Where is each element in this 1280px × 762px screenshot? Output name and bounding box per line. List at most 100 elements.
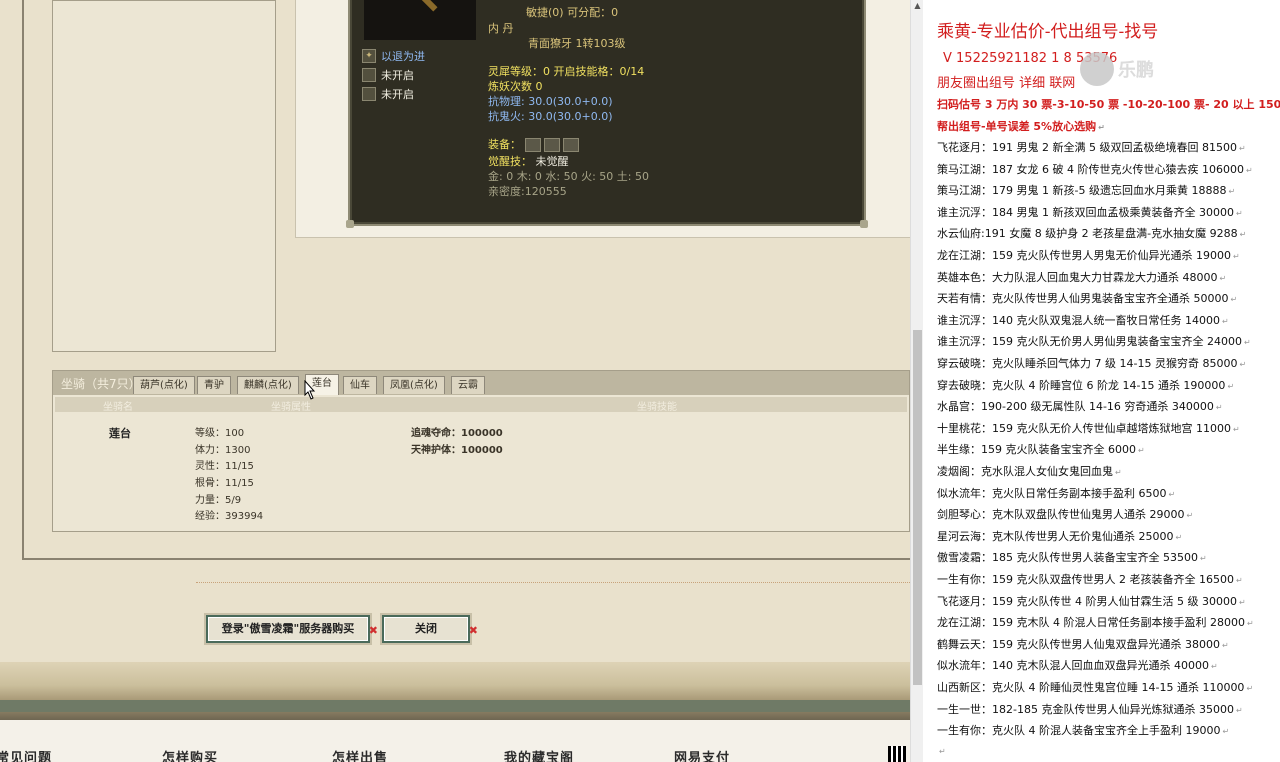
paragraph-mark-icon: ↵ — [939, 746, 946, 756]
col-mount-name: 坐骑名 — [103, 402, 133, 413]
stat-partial: 敏捷(0) 可分配：0 — [526, 6, 619, 19]
listing-text: 似水流年：140 克木队混人回血血双盘异光通杀 40000 — [937, 659, 1209, 673]
footer-link-faq[interactable]: 常见问题 — [0, 747, 52, 762]
listing-text: 半生缘：159 克火队装备宝宝齐全 6000 — [937, 443, 1136, 457]
paragraph-mark-icon: ↵ — [1221, 640, 1229, 650]
pet-skill-slot[interactable]: 未开启 — [362, 67, 414, 83]
listing-item: 似水流年：140 克木队混人回血血双盘异光通杀 40000 ↵ — [937, 657, 1218, 673]
listing-item: 一生有你：克火队 4 阶混人装备宝宝齐全上手盈利 19000 ↵ — [937, 722, 1229, 738]
equip-slot[interactable] — [524, 138, 541, 152]
pet-image — [364, 0, 476, 40]
mount-attr: 等级：100 — [195, 428, 245, 439]
footer-link-howsell[interactable]: 怎样出售 — [332, 747, 388, 762]
listing-item: 飞花逐月：159 克火队传世 4 阶男人仙甘霖生活 5 级 30000 ↵ — [937, 593, 1246, 609]
listing-item: 水晶宫：190-200 级无属性队 14-16 穷奇通杀 340000 ↵ — [937, 398, 1223, 414]
intimacy-value: 亲密度:120555 — [488, 185, 567, 198]
listing-item: 龙在江湖：159 克木队 4 阶混人日常任务副本接手盈利 28000 ↵ — [937, 614, 1254, 630]
tab-mount-hulu[interactable]: 葫芦(点化) — [133, 376, 195, 394]
close-mark-icon: ✖ — [368, 624, 378, 637]
listing-text: 凌烟阁：克水队混人女仙女鬼回血鬼 — [937, 465, 1113, 478]
close-button[interactable]: 关闭 ✖ — [382, 615, 478, 643]
equip-row: 装备： — [488, 136, 582, 152]
listing-item: 谁主沉浮：159 克火队无价男人男仙男鬼装备宝宝齐全 24000 ↵ — [937, 333, 1251, 349]
listing-text: 策马江湖：179 男鬼 1 新孩-5 级遗忘回血水月乘黄 18888 — [937, 184, 1227, 198]
doc-promo-guarantee: 帮出组号-单号误差 5%放心选购 ↵ — [937, 118, 1105, 134]
pet-skill-slot[interactable]: 未开启 — [362, 86, 414, 102]
watermark-icon — [1080, 52, 1114, 86]
role-left-panel — [52, 0, 276, 352]
locked-skill-icon — [362, 68, 376, 82]
close-mark-icon: ✖ — [468, 624, 478, 637]
mount-tabs-bar: 坐骑（共7只） 葫芦(点化) 青驴 麒麟(点化) 莲台 仙车 凤凰(点化) 云霸 — [53, 371, 909, 395]
listing-item: 一生有你：159 克火队双盘传世男人 2 老孩装备齐全 16500 ↵ — [937, 571, 1243, 587]
paragraph-mark-icon: ↵ — [1219, 273, 1227, 283]
footer-link-mytreasure[interactable]: 我的藏宝阁 — [504, 747, 574, 762]
qr-code-icon[interactable] — [888, 746, 906, 762]
listing-item: 一生一世：182-185 克金队传世男人仙异光炼狱通杀 35000 ↵ — [937, 701, 1243, 717]
listing-item: 凌烟阁：克水队混人女仙女鬼回血鬼 ↵ — [937, 463, 1122, 479]
lianyao-count: 炼妖次数 0 — [488, 80, 543, 93]
mouse-cursor-icon — [304, 380, 316, 400]
mount-skill: 天神护体：100000 — [411, 445, 503, 456]
equip-slot[interactable] — [543, 138, 560, 152]
close-label: 关闭 — [415, 622, 437, 635]
login-buy-label: 登录"傲雪凌霜"服务器购买 — [221, 622, 355, 635]
listing-text: 策马江湖：187 女龙 6 破 4 阶传世克火传世心猿去疾 106000 — [937, 162, 1244, 176]
inner-value: 青面獠牙 1转103级 — [528, 37, 626, 50]
scrollbar[interactable]: ▲ — [910, 0, 923, 762]
listing-item: 谁主沉浮：140 克火队双鬼混人统一畜牧日常任务 14000 ↵ — [937, 312, 1229, 328]
skill-icon: ✦ — [362, 49, 376, 63]
listing-text: 飞花逐月：159 克火队传世 4 阶男人仙甘霖生活 5 级 30000 — [937, 594, 1237, 608]
decor-ribbon — [0, 700, 910, 712]
listing-item: 策马江湖：179 男鬼 1 新孩-5 级遗忘回血水月乘黄 18888 ↵ — [937, 182, 1235, 198]
listing-item: 山西新区：克火队 4 阶睡仙灵性鬼宫位睡 14-15 通杀 110000 ↵ — [937, 679, 1253, 695]
paragraph-mark-icon: ↵ — [1168, 489, 1176, 499]
listing-item: 水云仙府:191 女魔 8 级护身 2 老孩星盘满-克水抽女魔 9288 ↵ — [937, 225, 1246, 241]
listing-text: 水晶宫：190-200 级无属性队 14-16 穷奇通杀 340000 — [937, 400, 1214, 414]
listing-text: 天若有情：克火队传世男人仙男鬼装备宝宝齐全通杀 50000 — [937, 292, 1229, 306]
listing-item: 十里桃花：159 克火队无价人传世仙卓越塔炼狱地宫 11000 ↵ — [937, 420, 1240, 436]
login-buy-button[interactable]: 登录"傲雪凌霜"服务器购买 ✖ — [206, 615, 378, 643]
paragraph-mark-icon: ↵ — [1199, 554, 1207, 564]
mount-attr: 根骨：11/15 — [195, 478, 254, 489]
listing-item: 天若有情：克火队传世男人仙男鬼装备宝宝齐全通杀 50000 ↵ — [937, 290, 1237, 306]
tab-mount-yunba[interactable]: 云霸 — [451, 376, 485, 394]
price-list-document: 乘黄-专业估价-代出组号-找号 V 15225921182 1 8 53576 … — [923, 0, 1280, 762]
mount-panel: 坐骑（共7只） 葫芦(点化) 青驴 麒麟(点化) 莲台 仙车 凤凰(点化) 云霸… — [52, 370, 910, 532]
listing-text: 山西新区：克火队 4 阶睡仙灵性鬼宫位睡 14-15 通杀 110000 — [937, 681, 1245, 694]
element-values: 金: 0 木: 0 水: 50 火: 50 土: 50 — [488, 170, 649, 183]
paragraph-mark-icon: ↵ — [1238, 597, 1246, 607]
paragraph-mark-icon: ↵ — [1245, 165, 1253, 175]
col-mount-attr: 坐骑属性 — [271, 402, 311, 413]
mount-title: 坐骑（共7只） — [61, 377, 141, 391]
watermark-text: 乐鹏 — [1118, 60, 1154, 81]
paragraph-mark-icon: ↵ — [1235, 208, 1243, 218]
col-mount-skill: 坐骑技能 — [637, 402, 677, 413]
pet-skill-slot[interactable]: ✦ 以退为进 — [362, 48, 425, 64]
scroll-thumb[interactable] — [913, 330, 922, 685]
inner-label: 内 丹 — [488, 22, 514, 35]
doc-title: 乘黄-专业估价-代出组号-找号 — [937, 22, 1159, 42]
tab-mount-xianche[interactable]: 仙车 — [343, 376, 377, 394]
doc-promo-pricing: 扫码估号 3 万内 30 票-3-10-50 票 -10-20-100 票- 2… — [937, 98, 1280, 111]
listing-item: 飞花逐月：191 男鬼 2 新全满 5 级双回孟极绝境春回 81500 ↵ — [937, 139, 1246, 155]
equip-label: 装备： — [488, 138, 521, 151]
paragraph-mark-icon: ↵ — [1238, 144, 1246, 153]
pet-weapon-icon — [420, 0, 438, 12]
listing-text: 谁主沉浮：159 克火队无价男人男仙男鬼装备宝宝齐全 24000 — [937, 335, 1242, 349]
card-corner — [860, 220, 868, 228]
equip-slot[interactable] — [562, 138, 579, 152]
tab-mount-fenghuang[interactable]: 凤凰(点化) — [383, 376, 445, 394]
linghe-level: 灵犀等级：0 开启技能格：0/14 — [488, 65, 645, 78]
tab-mount-qilin[interactable]: 麒麟(点化) — [237, 376, 299, 394]
footer-link-howbuy[interactable]: 怎样购买 — [162, 747, 218, 762]
mount-attr: 体力：1300 — [195, 445, 251, 456]
footer-link-pay[interactable]: 网易支付 — [674, 747, 730, 762]
pet-detail-card: 敏捷(0) 可分配：0 内 丹 青面獠牙 1转103级 ✦ 以退为进 未开启 未… — [346, 0, 868, 228]
skill-label: 未开启 — [381, 88, 414, 101]
paragraph-mark-icon: ↵ — [1228, 187, 1236, 197]
resist-ghostfire: 抗鬼火: 30.0(30.0+0.0) — [488, 110, 613, 123]
paragraph-mark-icon: ↵ — [1227, 381, 1235, 391]
paragraph-mark-icon: ↵ — [1230, 295, 1238, 305]
tab-mount-qinglv[interactable]: 青驴 — [197, 376, 231, 394]
